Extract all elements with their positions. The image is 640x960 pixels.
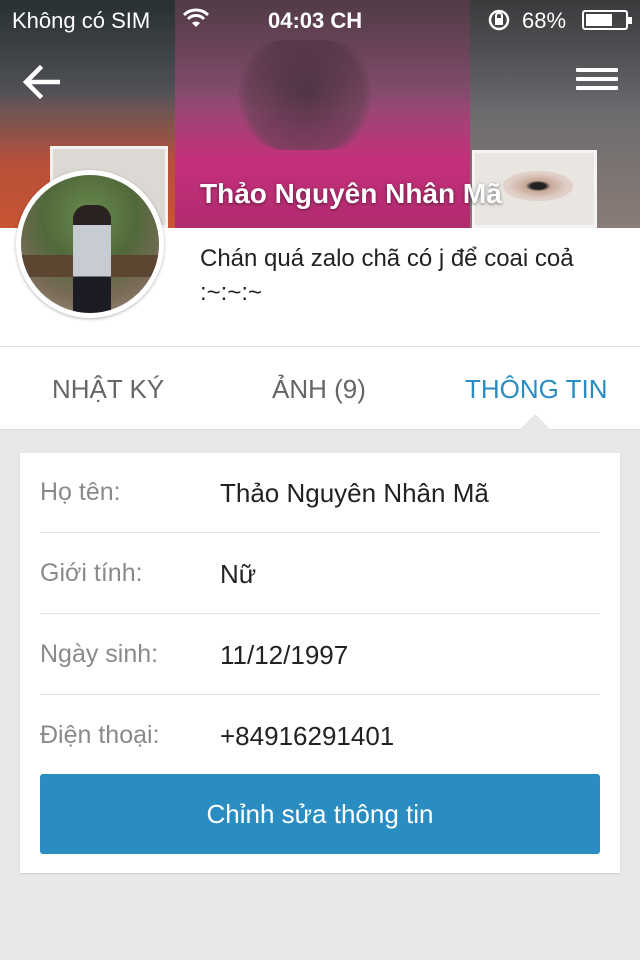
active-tab-pointer <box>519 414 551 430</box>
info-value[interactable]: +84916291401 <box>220 721 394 752</box>
info-row-birthday: Ngày sinh: 11/12/1997 <box>40 615 600 695</box>
info-label: Giới tính: <box>40 559 143 587</box>
info-value: Nữ <box>220 559 257 589</box>
info-card: Họ tên: Thảo Nguyên Nhân Mã Giới tính: N… <box>20 453 620 873</box>
clock: 04:03 CH <box>268 8 363 33</box>
info-label: Ngày sinh: <box>40 640 159 668</box>
edit-info-button[interactable]: Chỉnh sửa thông tin <box>40 774 600 854</box>
carrier-label: Không có SIM <box>12 8 151 33</box>
info-label: Điện thoại: <box>40 721 160 749</box>
profile-name: Thảo Nguyên Nhân Mã <box>200 178 502 209</box>
battery-icon <box>582 10 632 30</box>
profile-status-text: Chán quá zalo chã có j để coai coả :~:~:… <box>200 245 574 306</box>
info-value: 11/12/1997 <box>220 640 349 670</box>
wifi-icon <box>182 8 210 36</box>
tab-diary[interactable]: NHẬT KÝ <box>52 347 164 431</box>
tab-photos[interactable]: ẢNH (9) <box>272 347 366 431</box>
status-bar: Không có SIM 04:03 CH 68% <box>0 0 640 40</box>
info-row-gender: Giới tính: Nữ <box>40 534 600 614</box>
info-row-name: Họ tên: Thảo Nguyên Nhân Mã <box>40 453 600 533</box>
info-row-phone: Điện thoại: +84916291401 <box>40 696 600 776</box>
rotation-lock-icon <box>486 8 512 38</box>
info-label: Họ tên: <box>40 478 121 506</box>
battery-percent: 68% <box>522 8 567 33</box>
back-arrow-icon[interactable] <box>22 64 66 104</box>
avatar[interactable] <box>16 170 164 318</box>
hamburger-menu-icon[interactable] <box>576 64 618 104</box>
info-value: Thảo Nguyên Nhân Mã <box>220 478 489 508</box>
